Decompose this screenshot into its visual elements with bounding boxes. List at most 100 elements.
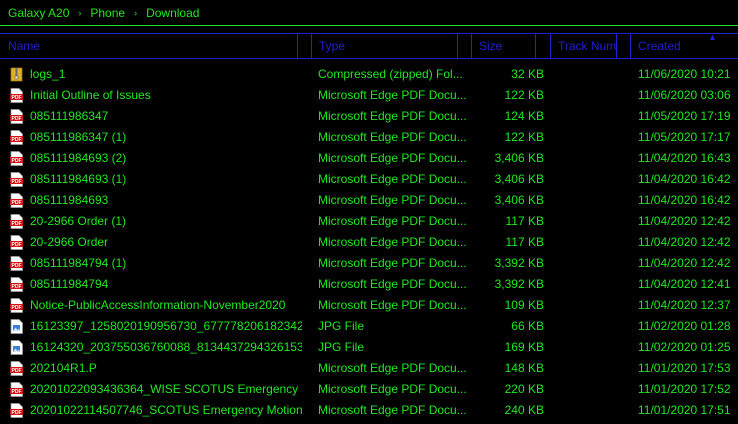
file-name: 20-2966 Order [30,235,109,249]
svg-text:PDF: PDF [12,137,22,143]
file-size: 117 KB [505,214,544,228]
file-name: 16123397_1258020190956730_67777820618234… [30,319,302,333]
file-type: Microsoft Edge PDF Docu... [318,193,467,207]
column-resize-handle[interactable] [311,34,312,58]
chevron-right-icon[interactable]: › [78,8,81,18]
file-created-date: 11/01/2020 17:52 [638,382,731,396]
file-created-date: 11/06/2020 03:06 [638,88,731,102]
file-name: 16124320_203755036760088_813443729432615… [30,340,302,354]
file-size: 32 KB [511,67,544,81]
column-resize-handle[interactable] [297,34,298,58]
file-size: 3,392 KB [494,277,544,291]
file-type: Microsoft Edge PDF Docu... [318,298,467,312]
file-name: 20201022093436364_WISE SCOTUS Emergency … [30,382,302,396]
file-row[interactable]: PDF Initial Outline of Issues Microsoft Ed… [0,85,738,106]
column-resize-handle[interactable] [630,34,631,58]
pdf-icon: PDF [10,256,23,271]
breadcrumb-item-download[interactable]: Download [146,6,199,20]
file-type: Microsoft Edge PDF Docu... [318,88,467,102]
file-size: 3,392 KB [494,256,544,270]
file-explorer-window: Galaxy A20 › Phone › Download ▲ Name Typ… [0,0,738,424]
file-type: Microsoft Edge PDF Docu... [318,403,467,417]
file-row[interactable]: PDF 20201022093436364_WISE SCOTUS Emergen… [0,379,738,400]
file-row[interactable]: PDF 085111984693 Microsoft Edge PDF Docu..… [0,190,738,211]
file-row[interactable]: PDF 085111984693 (1) Microsoft Edge PDF Do… [0,169,738,190]
file-size: 220 KB [504,382,544,396]
file-row[interactable]: PDF 20-2966 Order (1) Microsoft Edge PDF D… [0,211,738,232]
file-size: 148 KB [504,361,544,375]
file-size: 3,406 KB [494,172,544,186]
file-name: 085111986347 [30,109,109,123]
file-row[interactable]: PDF 202104R1.P Microsoft Edge PDF Docu... 1… [0,358,738,379]
column-header-created[interactable]: Created [630,34,738,58]
file-size: 117 KB [505,235,544,249]
pdf-icon: PDF [10,193,23,208]
column-resize-handle[interactable] [616,34,617,58]
file-row[interactable]: 16124320_203755036760088_813443729432615… [0,337,738,358]
svg-text:PDF: PDF [12,305,22,311]
file-name: 202104R1.P [30,361,97,375]
file-name: 085111984693 [30,193,109,207]
file-created-date: 11/02/2020 01:28 [638,319,731,333]
column-header-size[interactable]: Size [471,34,535,58]
column-header-name[interactable]: Name [0,34,297,58]
jpg-icon [10,340,23,355]
pdf-icon: PDF [10,130,23,145]
file-type: Microsoft Edge PDF Docu... [318,151,467,165]
file-name: 085111986347 (1) [30,130,127,144]
file-name: Initial Outline of Issues [30,88,151,102]
file-created-date: 11/04/2020 16:43 [638,151,731,165]
pdf-icon: PDF [10,109,23,124]
breadcrumb-item-phone[interactable]: Phone [90,6,125,20]
file-type: Microsoft Edge PDF Docu... [318,130,467,144]
pdf-icon: PDF [10,361,23,376]
zip-folder-icon [10,67,23,82]
file-size: 66 KB [511,319,544,333]
column-header-track-number[interactable]: Track Num... [550,34,616,58]
file-type: JPG File [318,319,365,333]
file-created-date: 11/04/2020 12:42 [638,256,731,270]
chevron-right-icon[interactable]: › [134,8,137,18]
file-name: Notice-PublicAccessInformation-November2… [30,298,286,312]
file-name: logs_1 [30,67,66,81]
file-type: Microsoft Edge PDF Docu... [318,172,467,186]
column-resize-handle[interactable] [471,34,472,58]
file-created-date: 11/02/2020 01:25 [638,340,731,354]
svg-text:PDF: PDF [12,200,22,206]
file-row[interactable]: PDF 085111986347 Microsoft Edge PDF Docu..… [0,106,738,127]
column-resize-handle[interactable] [457,34,458,58]
svg-text:PDF: PDF [12,284,22,290]
column-resize-handle[interactable] [550,34,551,58]
file-row[interactable]: PDF 20201022114507746_SCOTUS Emergency Mo… [0,400,738,421]
breadcrumb-item-device[interactable]: Galaxy A20 [8,6,69,20]
column-resize-handle[interactable] [535,34,536,58]
file-row[interactable]: PDF 085111984693 (2) Microsoft Edge PDF Do… [0,148,738,169]
svg-text:PDF: PDF [12,221,22,227]
file-created-date: 11/04/2020 12:42 [638,214,731,228]
file-row[interactable]: PDF 085111984794 Microsoft Edge PDF Docu..… [0,274,738,295]
svg-text:PDF: PDF [12,263,22,269]
file-row[interactable]: PDF 085111984794 (1) Microsoft Edge PDF Do… [0,253,738,274]
file-type: Microsoft Edge PDF Docu... [318,361,467,375]
file-name: 085111984693 (1) [30,172,127,186]
file-name: 085111984794 (1) [30,256,127,270]
pdf-icon: PDF [10,235,23,250]
file-row[interactable]: PDF 20-2966 Order Microsoft Edge PDF Docu.… [0,232,738,253]
file-type: Microsoft Edge PDF Docu... [318,277,467,291]
file-row[interactable]: 16123397_1258020190956730_67777820618234… [0,316,738,337]
pdf-icon: PDF [10,277,23,292]
svg-text:PDF: PDF [12,179,22,185]
file-row[interactable]: PDF 085111986347 (1) Microsoft Edge PDF Do… [0,127,738,148]
file-created-date: 11/04/2020 16:42 [638,172,731,186]
file-created-date: 11/06/2020 10:21 [638,67,731,81]
column-header-type[interactable]: Type [311,34,457,58]
file-list: logs_1 Compressed (zipped) Fol... 32 KB 11/… [0,64,738,421]
file-type: Compressed (zipped) Fol... [318,67,463,81]
pdf-icon: PDF [10,214,23,229]
svg-text:PDF: PDF [12,368,22,374]
file-row[interactable]: logs_1 Compressed (zipped) Fol... 32 KB 11/… [0,64,738,85]
file-size: 109 KB [504,298,544,312]
file-size: 3,406 KB [494,151,544,165]
pdf-icon: PDF [10,298,23,313]
file-row[interactable]: PDF Notice-PublicAccessInformation-Novemb… [0,295,738,316]
